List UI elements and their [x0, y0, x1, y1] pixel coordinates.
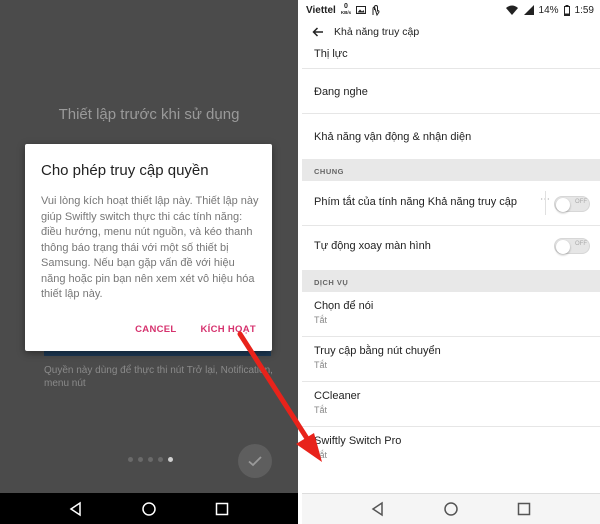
page-dot — [148, 457, 153, 462]
page-dot-active — [168, 457, 173, 462]
list-item-title: Truy cập bằng nút chuyển — [314, 345, 441, 357]
toggle-label: OFF — [575, 241, 587, 247]
list-item-motor[interactable]: Khả năng vận động & nhận diện — [302, 114, 600, 159]
setup-title: Thiết lập trước khi sử dụng — [58, 106, 240, 123]
auto-rotate-toggle[interactable]: OFF — [554, 238, 590, 254]
check-icon — [248, 456, 262, 467]
left-screen: Thiết lập trước khi sử dụng Quyền này dù… — [0, 0, 298, 524]
data-rate-unit: KB/s — [340, 10, 352, 15]
home-icon[interactable] — [443, 501, 459, 517]
shortcut-toggle[interactable]: OFF — [554, 196, 590, 212]
permission-dialog: Cho phép truy cập quyền Vui lòng kích ho… — [25, 144, 272, 351]
list-item-swiftly-switch-pro[interactable]: Swiftly Switch Pro Tắt — [302, 427, 600, 472]
setup-description: Quyền này dùng để thực thi nút Trở lại, … — [44, 365, 273, 389]
list-item-vision[interactable]: Thị lực — [302, 44, 600, 69]
list-item-hearing[interactable]: Đang nghe — [302, 69, 600, 114]
recents-icon[interactable] — [516, 501, 532, 517]
page-indicator — [128, 457, 173, 462]
confirm-button[interactable] — [238, 444, 272, 478]
toggle-knob — [556, 240, 570, 254]
list-item-title: Khả năng vận động & nhận diện — [314, 131, 472, 143]
back-icon[interactable] — [68, 501, 84, 517]
toggle-knob — [556, 198, 570, 212]
back-icon[interactable] — [370, 501, 386, 517]
list-item-accessibility-shortcut[interactable]: Phím tắt của tính năng Khả năng truy cập… — [302, 181, 600, 226]
toggle-label: OFF — [575, 199, 587, 205]
wifi-icon — [505, 5, 518, 15]
battery-percent: 14% — [538, 4, 559, 16]
home-icon[interactable] — [141, 501, 157, 517]
page-dot — [128, 457, 133, 462]
list-item-auto-rotate[interactable]: Tự động xoay màn hình OFF — [302, 226, 600, 270]
list-item-title: Thị lực — [314, 48, 348, 60]
status-left: Viettel 0 KB/s — [306, 3, 380, 16]
list-item-ccleaner[interactable]: CCleaner Tắt — [302, 382, 600, 427]
list-item-title: Tự động xoay màn hình — [314, 240, 431, 252]
list-item-status: Tắt — [314, 360, 328, 370]
list-item-status: Tắt — [314, 450, 328, 460]
status-bar: Viettel 0 KB/s 14% 1:59 — [302, 0, 600, 20]
back-arrow-icon[interactable] — [312, 26, 324, 38]
list-item-title: Chọn để nói — [314, 300, 374, 312]
page-title: Khả năng truy cập — [334, 26, 420, 38]
section-header-general: CHUNG — [302, 159, 600, 181]
cancel-button[interactable]: CANCEL — [135, 324, 176, 335]
settings-list: Thị lực Đang nghe Khả năng vận động & nh… — [302, 44, 600, 472]
hand-icon — [372, 4, 380, 16]
list-item-title: Swiftly Switch Pro — [314, 435, 402, 447]
battery-icon — [563, 4, 570, 16]
dialog-title: Cho phép truy cập quyền — [41, 162, 209, 179]
recents-icon[interactable] — [214, 501, 230, 517]
list-item-title: Phím tắt của tính năng Khả năng truy cập — [314, 196, 518, 208]
page-dot — [138, 457, 143, 462]
signal-icon — [523, 5, 534, 15]
list-item-title: CCleaner — [314, 390, 361, 402]
app-bar: Khả năng truy cập — [302, 20, 600, 44]
nav-bar — [302, 493, 600, 524]
status-right: 14% 1:59 — [505, 4, 594, 16]
right-screen: Viettel 0 KB/s 14% 1:59 Khả năng truy cậ… — [302, 0, 600, 524]
carrier-name: Viettel — [306, 4, 336, 16]
dialog-body: Vui lòng kích hoạt thiết lập này. Thiết … — [41, 195, 259, 300]
list-item-title: Đang nghe — [314, 86, 368, 98]
list-item-switch-access[interactable]: Truy cập bằng nút chuyển Tắt — [302, 337, 600, 382]
image-icon — [356, 6, 367, 14]
section-header-services: DỊCH VỤ — [302, 270, 600, 292]
list-item-status: Tắt — [314, 405, 328, 415]
data-rate: 0 KB/s — [340, 3, 352, 16]
divider — [545, 191, 546, 215]
clock: 1:59 — [574, 4, 594, 16]
activate-button[interactable]: KÍCH HOẠT — [201, 324, 256, 335]
dialog-actions: CANCEL KÍCH HOẠT — [135, 324, 256, 335]
list-item-status: Tắt — [314, 315, 328, 325]
nav-bar — [0, 493, 298, 524]
list-item-select-to-speak[interactable]: Chọn để nói Tắt — [302, 292, 600, 337]
page-dot — [158, 457, 163, 462]
